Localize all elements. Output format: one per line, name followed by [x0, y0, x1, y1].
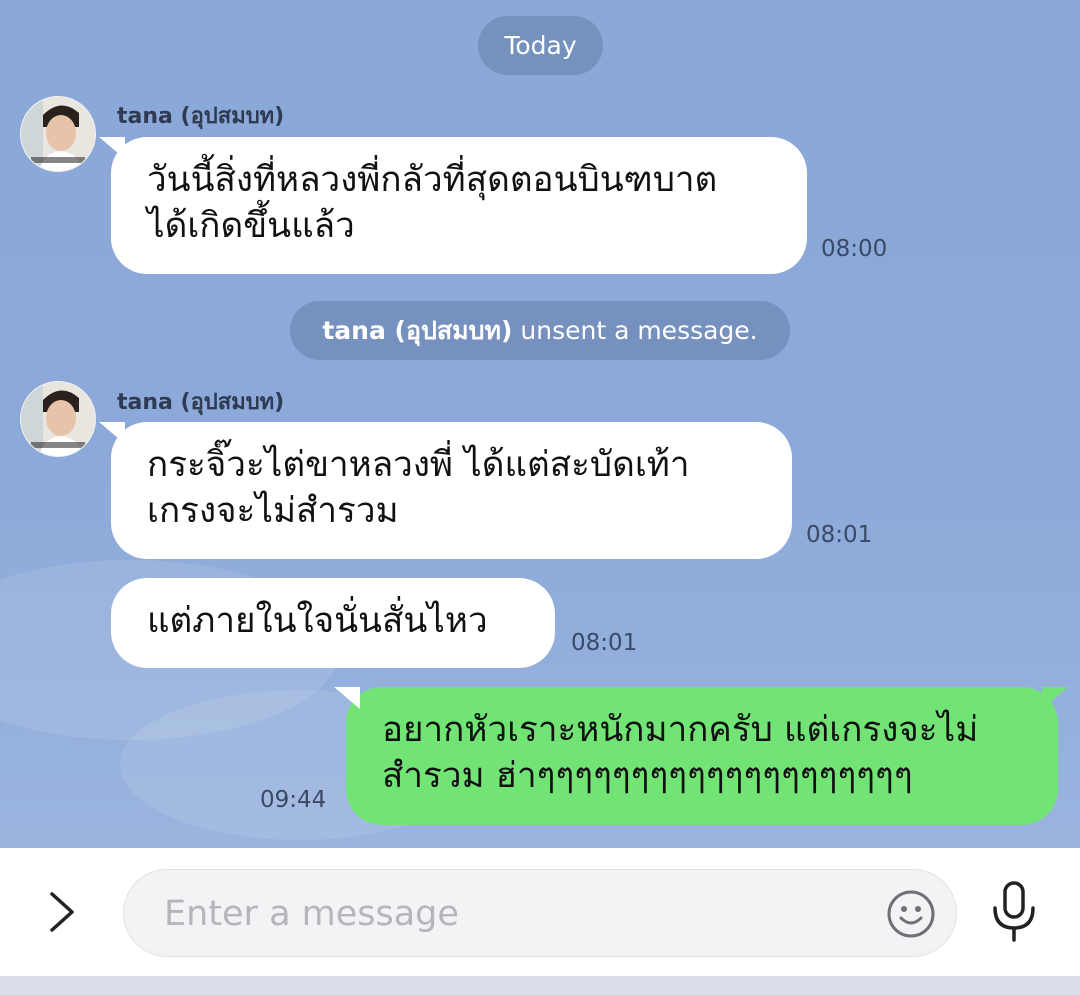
message-text-line: อยากหัวเราะหนักมากครับ แต่เกรงจะไม่	[382, 710, 979, 750]
message-time: 08:00	[821, 236, 888, 262]
message-bubble[interactable]: แต่ภายในใจนั่นสั่นไหว	[111, 578, 555, 668]
message-composer	[0, 848, 1080, 976]
message-text-line: ได้เกิดขึ้นแล้ว	[147, 206, 355, 246]
message-text-line: เกรงจะไม่สำรวม	[147, 491, 399, 531]
unsent-notice-text: unsent a message.	[520, 316, 758, 345]
message-bubble[interactable]: วันนี้สิ่งที่หลวงพี่กลัวที่สุดตอนบินฑบาต…	[111, 137, 807, 274]
bottom-strip	[0, 976, 1080, 995]
unsent-notice: tana (อุปสมบท) unsent a message.	[290, 301, 790, 360]
avatar[interactable]	[20, 96, 96, 172]
outgoing-message-bubble[interactable]: อยากหัวเราะหนักมากครับ แต่เกรงจะไม่ สำรว…	[346, 687, 1068, 825]
sender-name: tana (อุปสมบท)	[117, 104, 285, 129]
message-text-line: สำรวม ฮ่าๆๆๆๆๆๆๆๆๆๆๆๆๆๆๆๆๆๆๆๆ	[382, 756, 913, 796]
chat-area: Today tana (อุปสมบท) วันนี้สิ่งที่หลวงพี…	[0, 0, 1080, 848]
message-time: 08:01	[571, 630, 638, 656]
message-time: 08:01	[806, 522, 873, 548]
sender-name: tana (อุปสมบท)	[117, 390, 285, 415]
avatar[interactable]	[20, 381, 96, 457]
message-text-line: แต่ภายในใจนั่นสั่นไหว	[147, 601, 488, 641]
message-input-container[interactable]	[123, 869, 957, 957]
microphone-icon[interactable]	[988, 880, 1040, 944]
message-input[interactable]	[162, 884, 866, 944]
message-text-line: กระจิ๊วะไต่ขาหลวงพี่ ได้แต่สะบัดเท้า	[147, 445, 690, 485]
unsent-notice-name: tana (อุปสมบท)	[322, 315, 513, 345]
chevron-right-icon[interactable]	[40, 890, 84, 934]
message-text-line: วันนี้สิ่งที่หลวงพี่กลัวที่สุดตอนบินฑบาต	[147, 160, 718, 200]
smiley-icon[interactable]	[886, 889, 936, 939]
message-bubble[interactable]: กระจิ๊วะไต่ขาหลวงพี่ ได้แต่สะบัดเท้า เกร…	[111, 422, 792, 559]
message-time: 09:44	[260, 787, 327, 813]
date-separator: Today	[478, 16, 603, 75]
